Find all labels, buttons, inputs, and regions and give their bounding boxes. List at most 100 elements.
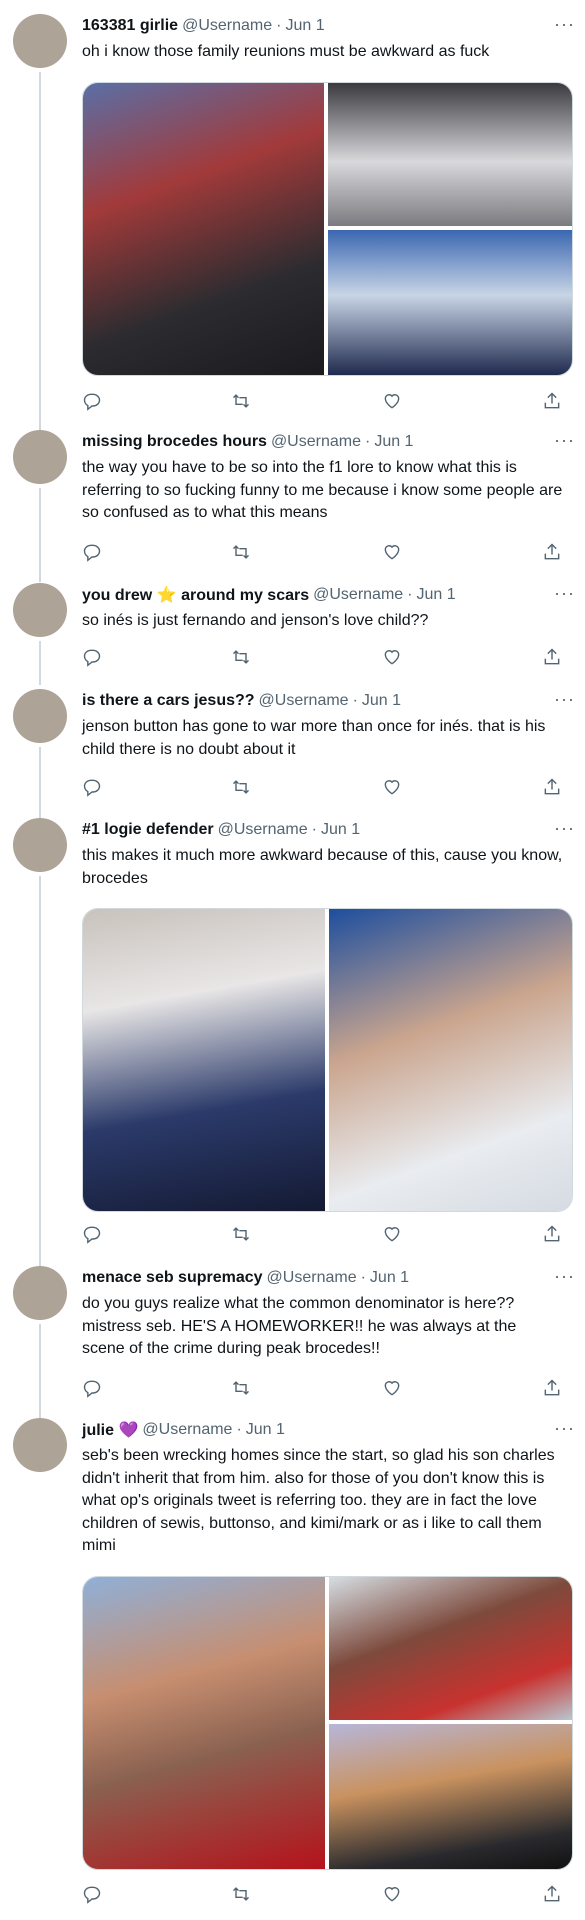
- reply-icon[interactable]: [82, 1884, 104, 1906]
- like-icon[interactable]: [382, 777, 404, 799]
- username[interactable]: @Username: [313, 586, 403, 604]
- separator: ·: [364, 433, 371, 450]
- retweet-icon[interactable]: [231, 542, 253, 564]
- avatar[interactable]: [13, 1418, 67, 1472]
- timestamp[interactable]: Jun 1: [321, 821, 360, 839]
- thread-line: [39, 747, 41, 823]
- media-grid[interactable]: [82, 1576, 573, 1870]
- reply-icon[interactable]: [82, 777, 104, 799]
- retweet-icon[interactable]: [231, 647, 253, 669]
- media-photo[interactable]: [328, 230, 572, 375]
- avatar[interactable]: [13, 14, 67, 68]
- more-options-icon[interactable]: ···: [554, 1418, 575, 1439]
- retweet-icon[interactable]: [231, 391, 253, 413]
- media-photo[interactable]: [328, 83, 572, 226]
- tweet-header: 163381 girlie @Username · Jun 1: [82, 16, 565, 36]
- tweet-header: missing brocedes hours @Username · Jun 1: [82, 432, 565, 452]
- like-icon[interactable]: [382, 1224, 404, 1246]
- retweet-icon[interactable]: [231, 1378, 253, 1400]
- share-icon[interactable]: [542, 777, 564, 799]
- username[interactable]: @Username: [182, 17, 272, 35]
- like-icon[interactable]: [382, 1884, 404, 1906]
- media-photo[interactable]: [83, 83, 324, 375]
- reply-icon[interactable]: [82, 542, 104, 564]
- avatar[interactable]: [13, 1266, 67, 1320]
- more-options-icon[interactable]: ···: [554, 818, 575, 839]
- like-icon[interactable]: [382, 1378, 404, 1400]
- retweet-icon[interactable]: [231, 777, 253, 799]
- tweet-header: is there a cars jesus?? @Username · Jun …: [82, 691, 565, 711]
- username[interactable]: @Username: [267, 1269, 357, 1287]
- like-icon[interactable]: [382, 542, 404, 564]
- tweet-text: this makes it much more awkward because …: [82, 847, 563, 887]
- media-photo[interactable]: [83, 1577, 325, 1869]
- tweet-actions: [82, 1224, 571, 1246]
- media-photo[interactable]: [83, 909, 325, 1211]
- media-grid[interactable]: [82, 82, 573, 376]
- media-grid[interactable]: [82, 908, 573, 1212]
- retweet-icon[interactable]: [231, 1884, 253, 1906]
- share-icon[interactable]: [542, 1884, 564, 1906]
- tweet-actions: [82, 391, 571, 413]
- thread-line: [39, 876, 41, 1266]
- timestamp[interactable]: Jun 1: [374, 433, 413, 451]
- separator: ·: [360, 1269, 366, 1286]
- tweet-text: jenson button has gone to war more than …: [82, 718, 546, 758]
- retweet-icon[interactable]: [231, 1224, 253, 1246]
- share-icon[interactable]: [542, 1378, 564, 1400]
- display-name[interactable]: missing brocedes hours: [82, 433, 267, 451]
- media-photo[interactable]: [329, 1577, 572, 1720]
- separator: ·: [236, 1421, 242, 1438]
- share-icon[interactable]: [542, 647, 564, 669]
- more-options-icon[interactable]: ···: [554, 14, 575, 35]
- avatar[interactable]: [13, 818, 67, 872]
- share-icon[interactable]: [542, 542, 564, 564]
- tweet-header: you drew ⭐ around my scars @Username · J…: [82, 585, 565, 605]
- reply-icon[interactable]: [82, 1378, 104, 1400]
- like-icon[interactable]: [382, 647, 404, 669]
- tweet-actions: [82, 1378, 571, 1400]
- display-name[interactable]: julie 💜: [82, 1420, 138, 1440]
- timestamp[interactable]: Jun 1: [285, 17, 324, 35]
- username[interactable]: @Username: [142, 1421, 232, 1439]
- display-name[interactable]: menace seb supremacy: [82, 1269, 263, 1287]
- separator: ·: [311, 821, 317, 838]
- avatar[interactable]: [13, 583, 67, 637]
- timestamp[interactable]: Jun 1: [362, 692, 401, 710]
- username[interactable]: @Username: [271, 433, 361, 451]
- media-photo[interactable]: [329, 1724, 572, 1869]
- display-name[interactable]: 163381 girlie: [82, 17, 178, 35]
- more-options-icon[interactable]: ···: [554, 430, 575, 451]
- avatar[interactable]: [13, 430, 67, 484]
- display-name[interactable]: is there a cars jesus??: [82, 692, 255, 710]
- like-icon[interactable]: [382, 391, 404, 413]
- thread-line: [39, 488, 41, 582]
- display-name[interactable]: you drew ⭐ around my scars: [82, 585, 309, 605]
- tweet-actions: [82, 777, 571, 799]
- tweet-header: julie 💜 @Username · Jun 1: [82, 1420, 565, 1440]
- tweet-text: the way you have to be so into the f1 lo…: [82, 459, 563, 521]
- reply-icon[interactable]: [82, 391, 104, 413]
- tweet-text: oh i know those family reunions must be …: [82, 43, 490, 60]
- star-emoji-icon: ⭐: [156, 587, 177, 604]
- reply-icon[interactable]: [82, 647, 104, 669]
- thread-line: [39, 1324, 41, 1418]
- reply-icon[interactable]: [82, 1224, 104, 1246]
- share-icon[interactable]: [542, 1224, 564, 1246]
- purple-heart-emoji-icon: 💜: [118, 1422, 139, 1439]
- avatar[interactable]: [13, 689, 67, 743]
- tweet-text: so inés is just fernando and jenson's lo…: [82, 612, 429, 629]
- username[interactable]: @Username: [259, 692, 349, 710]
- more-options-icon[interactable]: ···: [554, 689, 575, 710]
- timestamp[interactable]: Jun 1: [417, 586, 456, 604]
- tweet-header: #1 logie defender @Username · Jun 1: [82, 820, 565, 840]
- media-photo[interactable]: [329, 909, 572, 1211]
- timestamp[interactable]: Jun 1: [370, 1269, 409, 1287]
- more-options-icon[interactable]: ···: [554, 583, 575, 604]
- more-options-icon[interactable]: ···: [554, 1266, 575, 1287]
- share-icon[interactable]: [542, 391, 564, 413]
- thread-line: [39, 72, 41, 432]
- username[interactable]: @Username: [218, 821, 308, 839]
- display-name[interactable]: #1 logie defender: [82, 821, 214, 839]
- timestamp[interactable]: Jun 1: [246, 1421, 285, 1439]
